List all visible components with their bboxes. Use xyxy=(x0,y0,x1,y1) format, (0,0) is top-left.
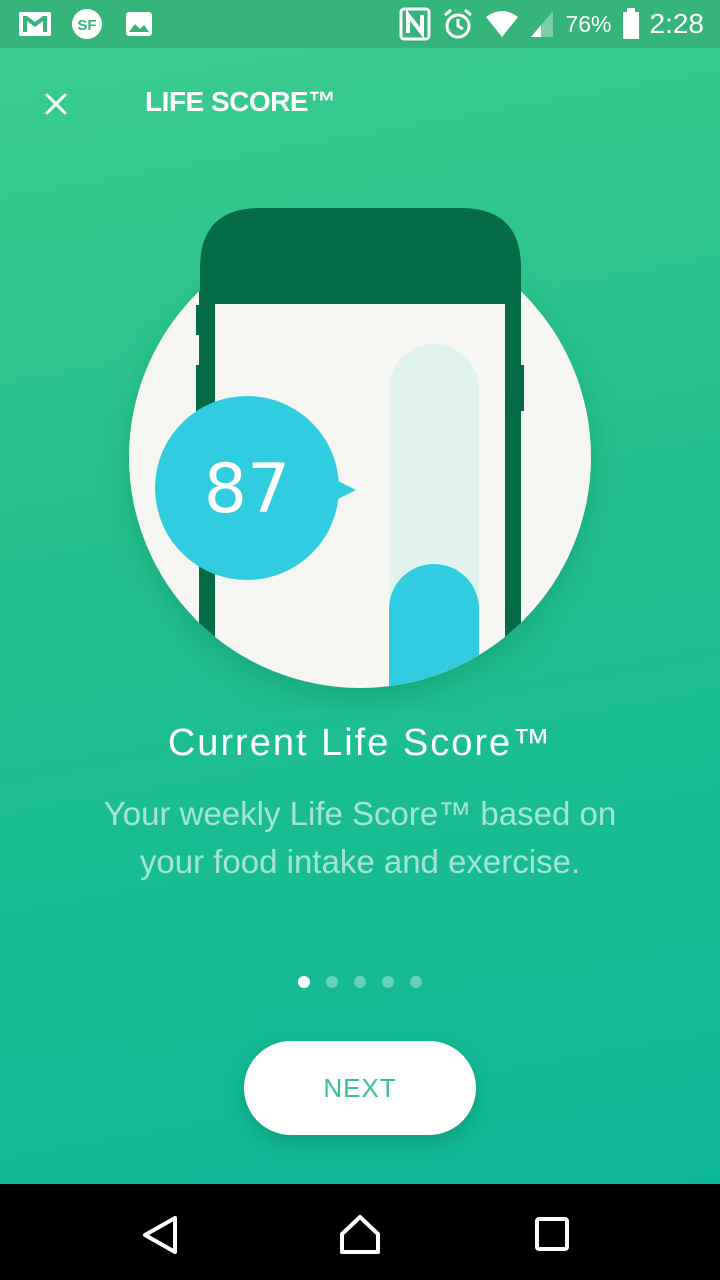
battery-icon xyxy=(622,8,639,39)
next-button[interactable]: NEXT xyxy=(244,1041,476,1135)
navigation-bar xyxy=(0,1184,720,1280)
home-icon[interactable] xyxy=(330,1204,390,1264)
gmail-icon xyxy=(19,12,51,36)
status-bar: SF 76% 2:28 xyxy=(0,0,720,48)
clock: 2:28 xyxy=(649,8,705,39)
page-dot[interactable] xyxy=(410,976,422,988)
page-dot[interactable] xyxy=(298,976,310,988)
sf-icon: SF xyxy=(72,9,102,39)
page-dot[interactable] xyxy=(382,976,394,988)
phone-top xyxy=(200,208,521,304)
score-value: 87 xyxy=(204,450,291,529)
wifi-icon xyxy=(486,11,519,37)
page-indicator xyxy=(0,976,720,988)
signal-icon xyxy=(531,11,554,37)
alarm-icon xyxy=(444,8,473,39)
page-dot[interactable] xyxy=(354,976,366,988)
close-icon[interactable] xyxy=(38,86,74,122)
battery-percent: 76% xyxy=(565,10,612,37)
image-icon xyxy=(126,12,152,36)
section-heading: Current Life Score™ xyxy=(167,722,553,764)
nfc-icon xyxy=(399,7,431,41)
life-score-illustration: 87 xyxy=(129,208,591,688)
page-title: LIFE SCORE™ xyxy=(145,86,336,117)
score-bar-fill xyxy=(389,564,479,688)
back-icon[interactable] xyxy=(130,1204,190,1264)
recents-icon[interactable] xyxy=(522,1204,582,1264)
svg-text:SF: SF xyxy=(77,17,96,34)
page-dot[interactable] xyxy=(326,976,338,988)
onboarding-screen: SF 76% 2:28 LIFE SCORE™ 87 Current Life … xyxy=(0,0,720,1184)
section-description: Your weekly Life Score™ based on your fo… xyxy=(103,795,617,880)
